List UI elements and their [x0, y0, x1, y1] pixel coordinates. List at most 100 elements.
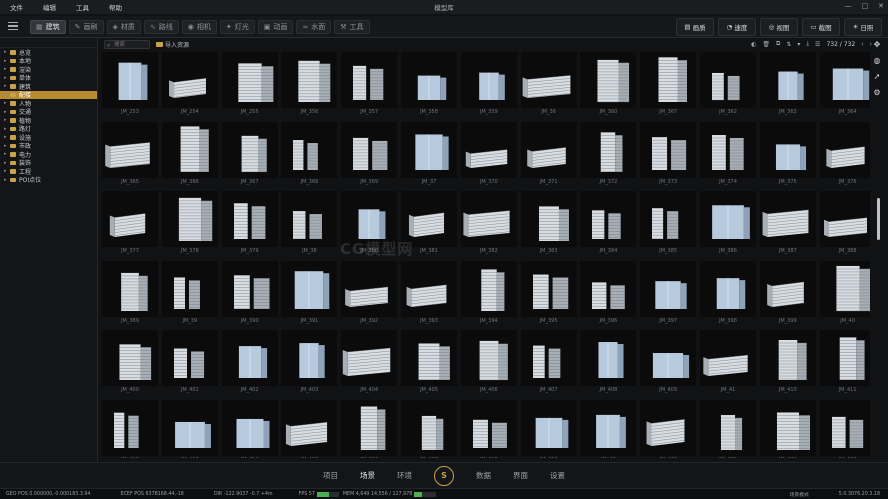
asset-tile[interactable]: JM_382	[460, 191, 517, 257]
download-icon[interactable]: ⤓	[806, 40, 809, 48]
view-tool-1[interactable]: ◔ 速度	[718, 18, 756, 36]
prev-page-icon[interactable]: ‹	[861, 41, 863, 48]
asset-tile[interactable]: JM_412	[102, 399, 158, 458]
view-tool-0[interactable]: ▤ 画质	[676, 18, 714, 36]
asset-tile[interactable]: JM_411	[819, 330, 870, 396]
asset-tile[interactable]: JM_360	[580, 52, 637, 118]
view-tool-2[interactable]: ◎ 视图	[760, 18, 798, 36]
grid-scrollbar[interactable]	[877, 198, 880, 240]
tab-2[interactable]: ◈ 材质	[106, 20, 141, 34]
minimize-icon[interactable]: —	[845, 2, 852, 10]
nav-data[interactable]: 数据	[476, 470, 491, 481]
tree-item[interactable]: ▸ POI点位	[0, 176, 97, 185]
asset-tile[interactable]: JM_415	[281, 399, 338, 458]
asset-tile[interactable]: JM_36	[520, 52, 577, 118]
tab-8[interactable]: ⚒ 工具	[334, 20, 370, 34]
asset-tile[interactable]: JM_401	[161, 330, 218, 396]
tree-item[interactable]: ▸ 配楼	[0, 90, 97, 99]
asset-tile[interactable]: JM_414	[221, 399, 278, 458]
tab-4[interactable]: ◉ 相机	[181, 20, 217, 34]
globe-icon[interactable]: ◍	[874, 56, 881, 65]
asset-tile[interactable]: JM_383	[520, 191, 577, 257]
asset-tile[interactable]: JM_378	[161, 191, 218, 257]
tree-item[interactable]: ▸ 设施	[0, 133, 97, 142]
pointer-icon[interactable]: ➚	[874, 72, 881, 81]
menu-tools[interactable]: 工具	[66, 2, 99, 12]
asset-tile[interactable]: JM_399	[759, 260, 816, 327]
copy-icon[interactable]: ⧉	[776, 40, 780, 48]
asset-tile[interactable]: JM_396	[580, 260, 637, 327]
asset-tile[interactable]: JM_377	[102, 191, 158, 257]
filter-icon[interactable]: ▾	[797, 41, 800, 48]
asset-tile[interactable]: JM_417	[401, 399, 457, 458]
asset-tile[interactable]: JM_356	[281, 52, 338, 118]
tree-item[interactable]: ▸ 装饰	[0, 159, 97, 168]
asset-tile[interactable]: JM_37	[401, 121, 457, 188]
asset-tile[interactable]: JM_407	[520, 330, 577, 396]
tree-item[interactable]: ▸ 单体	[0, 74, 97, 83]
asset-tile[interactable]: JM_389	[102, 260, 158, 327]
asset-tile[interactable]: JM_397	[640, 260, 697, 327]
asset-tile[interactable]: JM_420	[640, 399, 697, 458]
asset-tile[interactable]: JM_357	[341, 52, 398, 118]
asset-tile[interactable]: JM_406	[460, 330, 517, 396]
hamburger-menu-icon[interactable]	[8, 22, 18, 30]
asset-tile[interactable]: JM_394	[460, 260, 517, 327]
view-tool-4[interactable]: ☀ 日照	[844, 18, 882, 36]
tree-item[interactable]: ▸ 人物	[0, 99, 97, 108]
move-icon[interactable]: ✥	[874, 40, 881, 49]
tree-item[interactable]: ▸ 交通	[0, 108, 97, 117]
delete-icon[interactable]: 🗑	[762, 41, 770, 48]
asset-tile[interactable]: JM_398	[700, 260, 756, 327]
asset-tile[interactable]: JM_369	[341, 121, 398, 188]
tree-item[interactable]: ▸ 工程	[0, 167, 97, 176]
asset-tile[interactable]: JM_368	[281, 121, 338, 188]
asset-tile[interactable]: JM_359	[460, 52, 517, 118]
nav-scene[interactable]: 场景	[360, 470, 375, 481]
list-icon[interactable]: ☰	[815, 41, 820, 48]
asset-tile[interactable]: JM_410	[759, 330, 816, 396]
asset-tile[interactable]: JM_363	[759, 52, 816, 118]
tab-0[interactable]: ▦ 建筑	[30, 20, 66, 34]
asset-tile[interactable]: JM_366	[161, 121, 218, 188]
menu-file[interactable]: 文件	[0, 2, 33, 12]
asset-tile[interactable]: JM_390	[221, 260, 278, 327]
tree-item[interactable]: ▸ 渲染	[0, 65, 97, 74]
tree-item[interactable]: ▸ 植物	[0, 116, 97, 125]
tab-5[interactable]: ✦ 灯光	[219, 20, 255, 34]
asset-tile[interactable]: JM_423	[819, 399, 870, 458]
nav-settings[interactable]: 设置	[550, 470, 565, 481]
search-input[interactable]: ⌕ 搜索	[104, 39, 150, 49]
asset-tile[interactable]: JM_393	[401, 260, 457, 327]
asset-tile[interactable]: JM_409	[640, 330, 697, 396]
asset-tile[interactable]: JM_38	[281, 191, 338, 257]
asset-tile[interactable]: JM_367	[221, 121, 278, 188]
asset-tile[interactable]: JM_402	[221, 330, 278, 396]
asset-tile[interactable]: JM_386	[700, 191, 756, 257]
settings-icon[interactable]: ⚙	[873, 88, 880, 97]
asset-tile[interactable]: JM_42	[580, 399, 637, 458]
asset-tile[interactable]: JM_418	[460, 399, 517, 458]
tab-6[interactable]: ▣ 动画	[257, 20, 294, 34]
asset-tile[interactable]: JM_384	[580, 191, 637, 257]
asset-tile[interactable]: JM_358	[401, 52, 457, 118]
asset-tile[interactable]: JM_376	[819, 121, 870, 188]
tree-item[interactable]: ▸ 电力	[0, 150, 97, 159]
asset-tile[interactable]: JM_403	[281, 330, 338, 396]
asset-tile[interactable]: JM_395	[520, 260, 577, 327]
asset-tile[interactable]: JM_367	[640, 52, 697, 118]
asset-tile[interactable]: JM_421	[700, 399, 756, 458]
asset-tile[interactable]: JM_40	[819, 260, 870, 327]
menu-edit[interactable]: 编辑	[33, 2, 66, 12]
asset-tile[interactable]: JM_379	[221, 191, 278, 257]
app-logo-icon[interactable]: S	[434, 465, 454, 486]
asset-tile[interactable]: JM_400	[102, 330, 158, 396]
menu-help[interactable]: 帮助	[99, 2, 132, 12]
asset-tile[interactable]: JM_385	[640, 191, 697, 257]
asset-tile[interactable]: JM_419	[520, 399, 577, 458]
asset-tile[interactable]: JM_373	[640, 121, 697, 188]
close-icon[interactable]: ✕	[878, 2, 884, 10]
tab-7[interactable]: ≈ 水面	[296, 20, 332, 34]
asset-tile[interactable]: JM_392	[341, 260, 398, 327]
maximize-icon[interactable]: □	[862, 2, 869, 10]
